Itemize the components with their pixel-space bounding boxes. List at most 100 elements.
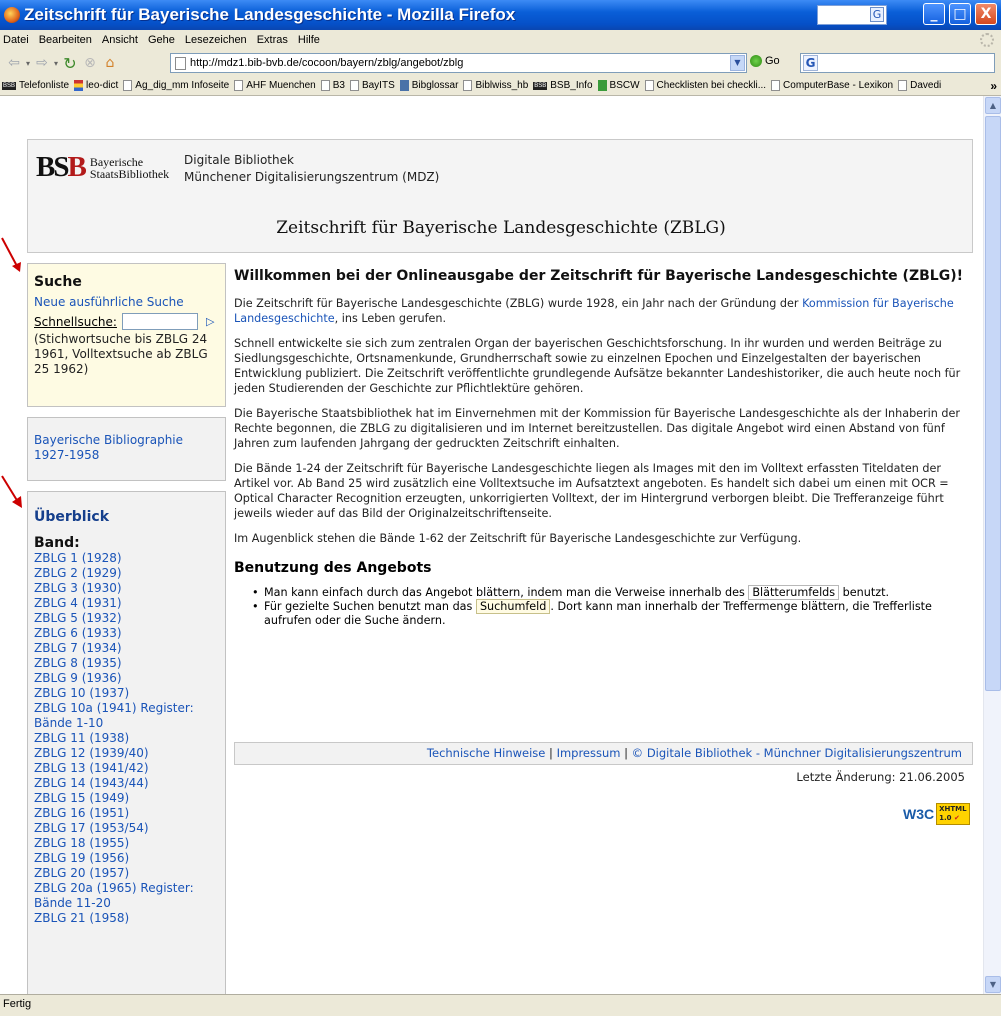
firefox-icon (4, 7, 20, 23)
advanced-search-link[interactable]: Neue ausführliche Suche (34, 295, 219, 309)
page-footer: Technische Hinweise | Impressum | © Digi… (234, 742, 973, 765)
band-link[interactable]: ZBLG 21 (1958) (34, 911, 219, 926)
scroll-up-icon[interactable]: ▲ (985, 97, 1001, 114)
bsb-logo-name: Bayerische StaatsBibliothek (89, 154, 170, 181)
menu-bearbeiten[interactable]: Bearbeiten (34, 34, 97, 46)
band-list: ZBLG 1 (1928) ZBLG 2 (1929) ZBLG 3 (1930) Z… (34, 551, 219, 926)
scroll-down-icon[interactable]: ▼ (985, 976, 1001, 993)
menu-hilfe[interactable]: Hilfe (293, 34, 325, 46)
band-link[interactable]: ZBLG 2 (1929) (34, 566, 219, 581)
bookmark-item[interactable]: B3 (319, 80, 348, 91)
overview-heading: Überblick (34, 509, 110, 525)
window-titlebar[interactable]: Zeitschrift für Bayerische Landesgeschic… (0, 0, 1001, 30)
page-icon (234, 80, 244, 91)
menu-extras[interactable]: Extras (252, 34, 293, 46)
vertical-scrollbar[interactable]: ▲ ▼ (983, 96, 1001, 994)
bsb-icon: BSB (2, 81, 16, 90)
band-link[interactable]: ZBLG 3 (1930) (34, 581, 219, 596)
back-dropdown-icon[interactable]: ▾ (24, 53, 32, 73)
page-icon (175, 56, 186, 70)
page-viewport: BSB Bayerische StaatsBibliothek Digitale… (0, 96, 983, 994)
home-icon[interactable]: ⌂ (100, 53, 120, 73)
band-link[interactable]: ZBLG 5 (1932) (34, 611, 219, 626)
bookmark-item[interactable]: Biblwiss_hb (461, 80, 531, 91)
band-link[interactable]: ZBLG 10 (1937) (34, 686, 219, 701)
go-label: Go (765, 55, 780, 67)
band-link[interactable]: ZBLG 10a (1941) Register: Bände 1-10 (34, 701, 219, 731)
bibliography-link[interactable]: Bayerische Bibliographie 1927-1958 (34, 433, 183, 462)
search-input[interactable]: G (800, 53, 995, 73)
band-link[interactable]: ZBLG 1 (1928) (34, 551, 219, 566)
band-link[interactable]: ZBLG 14 (1943/44) (34, 776, 219, 791)
technical-notes-link[interactable]: Technische Hinweise (427, 746, 545, 760)
band-link[interactable]: ZBLG 8 (1935) (34, 656, 219, 671)
list-item: Man kann einfach durch das Angebot blätt… (252, 585, 974, 600)
close-button[interactable]: X (975, 3, 997, 25)
bookmark-item[interactable]: ComputerBase - Lexikon (769, 80, 896, 91)
imprint-link[interactable]: Impressum (557, 746, 621, 760)
blaetterumfeld-box: Blätterumfelds (748, 585, 840, 600)
band-link[interactable]: ZBLG 12 (1939/40) (34, 746, 219, 761)
bookmark-item[interactable]: AHF Muenchen (232, 80, 318, 91)
maximize-button[interactable]: □ (949, 3, 971, 25)
titlebar-search-field[interactable]: G (817, 5, 887, 25)
band-link[interactable]: ZBLG 20 (1957) (34, 866, 219, 881)
bsb-logo[interactable]: BSB Bayerische StaatsBibliothek (36, 151, 169, 184)
annotation-arrow-icon (1, 237, 21, 272)
menu-ansicht[interactable]: Ansicht (97, 34, 143, 46)
bookmark-item[interactable]: BayITS (348, 80, 398, 91)
bookmarks-overflow-icon[interactable]: » (990, 79, 997, 93)
flag-icon (74, 80, 84, 91)
bsb-logo-mark: BSB (36, 151, 87, 183)
menu-datei[interactable]: Datei (0, 34, 34, 46)
status-text: Fertig (3, 998, 32, 1010)
search-heading: Suche (34, 274, 82, 290)
band-link[interactable]: ZBLG 19 (1956) (34, 851, 219, 866)
address-bar[interactable]: http://mdz1.bib-bvb.de/cocoon/bayern/zbl… (170, 53, 747, 73)
band-link[interactable]: ZBLG 13 (1941/42) (34, 761, 219, 776)
quick-search-input[interactable] (121, 313, 198, 330)
forward-icon[interactable]: ⇨ (32, 53, 52, 73)
reload-icon[interactable]: ↻ (60, 53, 80, 73)
address-dropdown-icon[interactable]: ▼ (730, 55, 745, 71)
bookmark-item[interactable]: BSB BSB_Info (531, 80, 595, 91)
band-link[interactable]: ZBLG 4 (1931) (34, 596, 219, 611)
bookmark-item[interactable]: BSB Telefonliste (0, 80, 72, 91)
menu-gehe[interactable]: Gehe (143, 34, 180, 46)
go-button[interactable]: Go (750, 55, 780, 67)
back-icon[interactable]: ⇦ (4, 53, 24, 73)
band-link[interactable]: ZBLG 17 (1953/54) (34, 821, 219, 836)
welcome-heading: Willkommen bei der Onlineausgabe der Zei… (234, 268, 963, 284)
bscw-icon (597, 80, 607, 91)
bookmark-item[interactable]: Davedi (896, 80, 944, 91)
bookmark-item[interactable]: leo-dict (72, 80, 121, 91)
google-icon: G (870, 7, 884, 22)
scrollbar-thumb[interactable] (985, 116, 1001, 691)
quick-search-go-icon[interactable]: ▷ (206, 315, 214, 328)
band-link[interactable]: ZBLG 20a (1965) Register: Bände 11-20 (34, 881, 219, 911)
suchumfeld-box: Suchumfeld (475, 599, 551, 614)
menu-lesezeichen[interactable]: Lesezeichen (180, 34, 252, 46)
band-link[interactable]: ZBLG 7 (1934) (34, 641, 219, 656)
menubar: Datei Bearbeiten Ansicht Gehe Lesezeiche… (0, 30, 1001, 50)
band-link[interactable]: ZBLG 18 (1955) (34, 836, 219, 851)
band-link[interactable]: ZBLG 6 (1933) (34, 626, 219, 641)
stop-icon[interactable]: ⊗ (80, 53, 100, 73)
band-link[interactable]: ZBLG 16 (1951) (34, 806, 219, 821)
fulltext-paragraph: Die Bände 1-24 der Zeitschrift für Bayer… (234, 462, 949, 520)
bookmark-item[interactable]: Ag_dig_mm Infoseite (121, 80, 232, 91)
band-link[interactable]: ZBLG 9 (1936) (34, 671, 219, 686)
bookmark-item[interactable]: BSCW (596, 80, 643, 91)
bookmark-item[interactable]: Checklisten bei checkli... (643, 80, 770, 91)
w3c-logo: W3C (903, 806, 935, 822)
forward-dropdown-icon[interactable]: ▾ (52, 53, 60, 73)
copyright-link[interactable]: © Digitale Bibliothek - Münchner Digital… (632, 746, 962, 760)
page-icon (771, 80, 781, 91)
bookmark-item[interactable]: Bibglossar (398, 80, 462, 91)
throbber-icon (980, 33, 994, 47)
w3c-xhtml-badge[interactable]: W3C XHTML 1.0 ✔ (903, 800, 970, 828)
address-url[interactable]: http://mdz1.bib-bvb.de/cocoon/bayern/zbl… (190, 57, 463, 69)
band-link[interactable]: ZBLG 15 (1949) (34, 791, 219, 806)
minimize-button[interactable]: _ (923, 3, 945, 25)
band-link[interactable]: ZBLG 11 (1938) (34, 731, 219, 746)
